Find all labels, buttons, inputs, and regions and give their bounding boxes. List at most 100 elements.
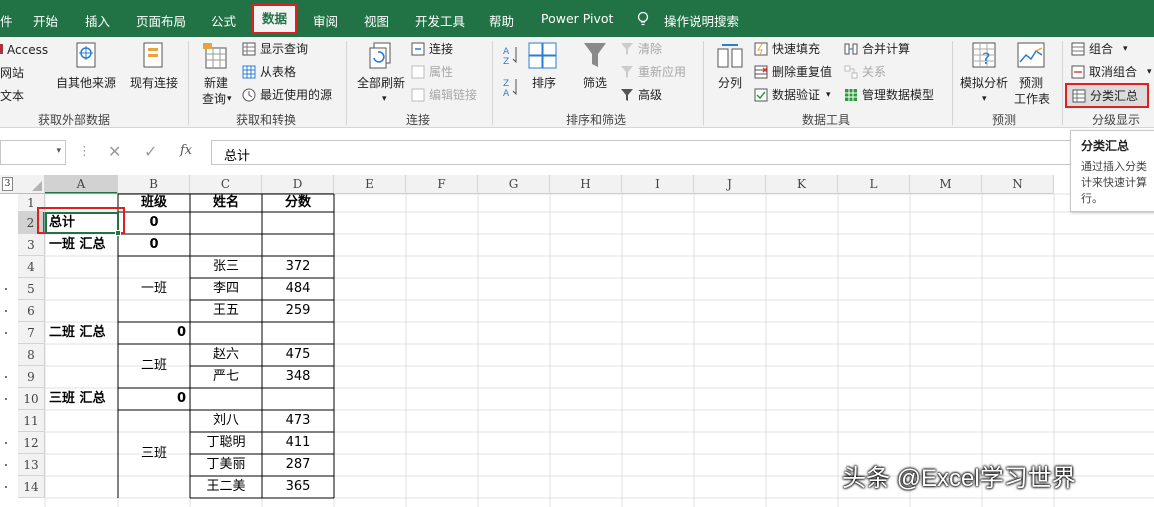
cell-b2[interactable]: 0: [118, 212, 190, 234]
cell-c5[interactable]: 李四: [190, 278, 262, 300]
tab-file[interactable]: 件: [0, 11, 13, 30]
sort-icon: [528, 42, 558, 73]
cell-b1[interactable]: 班级: [118, 194, 190, 212]
cell-d11[interactable]: 473: [262, 410, 334, 432]
tell-me-search[interactable]: 操作说明搜索: [664, 11, 739, 30]
tab-page-layout[interactable]: 页面布局: [136, 11, 186, 30]
tab-data[interactable]: 数据: [252, 4, 297, 34]
tab-formulas[interactable]: 公式: [211, 11, 236, 30]
edit-links-button[interactable]: 编辑链接: [429, 87, 477, 103]
tab-power-pivot[interactable]: Power Pivot: [541, 11, 613, 26]
name-box[interactable]: ▾: [0, 140, 66, 165]
cell-c11[interactable]: 刘八: [190, 410, 262, 432]
advanced-button[interactable]: 高级: [638, 87, 662, 103]
new-query-button[interactable]: 新建: [204, 75, 228, 91]
cell-d8[interactable]: 475: [262, 344, 334, 366]
cell-c6[interactable]: 王五: [190, 300, 262, 322]
cell-c8[interactable]: 赵六: [190, 344, 262, 366]
svg-text:A: A: [503, 47, 510, 57]
flash-fill-button[interactable]: 快速填充: [772, 41, 820, 57]
cell-b8[interactable]: 二班: [118, 344, 190, 388]
active-cell-a2[interactable]: [45, 212, 121, 236]
cell-a10[interactable]: 三班 汇总: [45, 388, 118, 410]
cell-d1[interactable]: 分数: [262, 194, 334, 212]
other-sources-button[interactable]: 自其他来源: [56, 75, 116, 91]
cell-d12[interactable]: 411: [262, 432, 334, 454]
remove-duplicates-button[interactable]: 删除重复值: [772, 64, 832, 80]
connections-button[interactable]: 连接: [429, 41, 453, 57]
tab-developer[interactable]: 开发工具: [415, 11, 465, 30]
reapply-button[interactable]: 重新应用: [638, 64, 686, 80]
cell-d14[interactable]: 365: [262, 476, 334, 498]
forecast-sheet-button[interactable]: 预测: [1019, 75, 1043, 91]
fill-handle[interactable]: [115, 230, 121, 236]
cell-b12[interactable]: 三班: [118, 410, 190, 498]
worksheet: 3 ABCDEFGHIJKLMN 1 2 3 4 5 6 7 8 9 10 11 12 13 14 姓名分…: [0, 175, 1154, 507]
cancel-icon[interactable]: ✕: [108, 142, 121, 161]
clear-filter-icon: [620, 42, 634, 59]
cell-a3[interactable]: 一班 汇总: [45, 234, 118, 256]
cell-c13[interactable]: 丁美丽: [190, 454, 262, 476]
refresh-all-button[interactable]: 全部刷新: [357, 75, 405, 91]
cell-c14[interactable]: 王二美: [190, 476, 262, 498]
existing-connections-button[interactable]: 现有连接: [130, 75, 178, 91]
relationships-button[interactable]: 关系: [862, 64, 886, 80]
group-separator: [346, 41, 347, 125]
svg-text:A: A: [503, 89, 510, 97]
cell-c4[interactable]: 张三: [190, 256, 262, 278]
data-validation-icon: [754, 88, 768, 105]
formula-input[interactable]: 总计: [211, 140, 1154, 165]
cell-c1[interactable]: 姓名: [190, 194, 262, 212]
subtotal-icon: [1072, 89, 1086, 106]
cell-c12[interactable]: 丁聪明: [190, 432, 262, 454]
tab-help[interactable]: 帮助: [489, 11, 514, 30]
tab-view[interactable]: 视图: [364, 11, 389, 30]
data-validation-button[interactable]: 数据验证: [772, 87, 820, 103]
chevron-down-icon: ▾: [1123, 44, 1128, 54]
advanced-filter-icon: [620, 88, 634, 105]
cell-d6[interactable]: 259: [262, 300, 334, 322]
new-query-label-2[interactable]: 查询: [202, 91, 226, 107]
tab-insert[interactable]: 插入: [85, 11, 110, 30]
cell-d13[interactable]: 287: [262, 454, 334, 476]
tab-home[interactable]: 开始: [33, 11, 58, 30]
svg-text:Z: Z: [503, 79, 509, 89]
cell-d9[interactable]: 348: [262, 366, 334, 388]
data-model-button[interactable]: 管理数据模型: [862, 87, 934, 103]
chevron-down-icon: ▾: [227, 94, 232, 104]
cell-b7[interactable]: 0: [118, 322, 190, 344]
consolidate-button[interactable]: 合并计算: [862, 41, 910, 57]
cell-d4[interactable]: 372: [262, 256, 334, 278]
tooltip-body-2: 计来快速计算: [1081, 176, 1147, 189]
cell-b3[interactable]: 0: [118, 234, 190, 256]
text-to-columns-button[interactable]: 分列: [718, 75, 742, 91]
formula-bar: ▾ ⋮ ✕ ✓ fx 总计: [0, 138, 1154, 166]
cell-b5[interactable]: 一班: [118, 256, 190, 322]
text-button[interactable]: 文本: [0, 88, 24, 104]
svg-text:Z: Z: [503, 57, 509, 65]
ungroup-button[interactable]: 取消组合: [1089, 64, 1137, 80]
cell-d5[interactable]: 484: [262, 278, 334, 300]
cell-b10[interactable]: 0: [118, 388, 190, 410]
web-button[interactable]: 网站: [0, 65, 24, 81]
clear-button[interactable]: 清除: [638, 41, 662, 57]
group-button[interactable]: 组合: [1089, 41, 1113, 57]
sort-button[interactable]: 排序: [532, 75, 556, 91]
filter-button[interactable]: 筛选: [583, 75, 607, 91]
tab-review[interactable]: 审阅: [313, 11, 338, 30]
show-query-button[interactable]: 显示查询: [260, 41, 308, 57]
properties-button[interactable]: 属性: [429, 64, 453, 80]
from-table-button[interactable]: 从表格: [260, 64, 296, 80]
reapply-icon: [620, 65, 634, 82]
cell-c9[interactable]: 严七: [190, 366, 262, 388]
what-if-button[interactable]: 模拟分析: [960, 75, 1008, 91]
recent-sources-button[interactable]: 最近使用的源: [260, 87, 332, 103]
enter-check-icon[interactable]: ✓: [144, 142, 157, 161]
flash-fill-icon: [754, 42, 768, 59]
forecast-sheet-label-2[interactable]: 工作表: [1014, 91, 1050, 107]
insert-function-icon[interactable]: fx: [180, 143, 192, 158]
access-button[interactable]: Access: [7, 42, 48, 58]
chevron-down-icon: ▾: [382, 94, 387, 104]
subtotal-button[interactable]: 分类汇总: [1065, 83, 1149, 108]
cell-a7[interactable]: 二班 汇总: [45, 322, 118, 344]
